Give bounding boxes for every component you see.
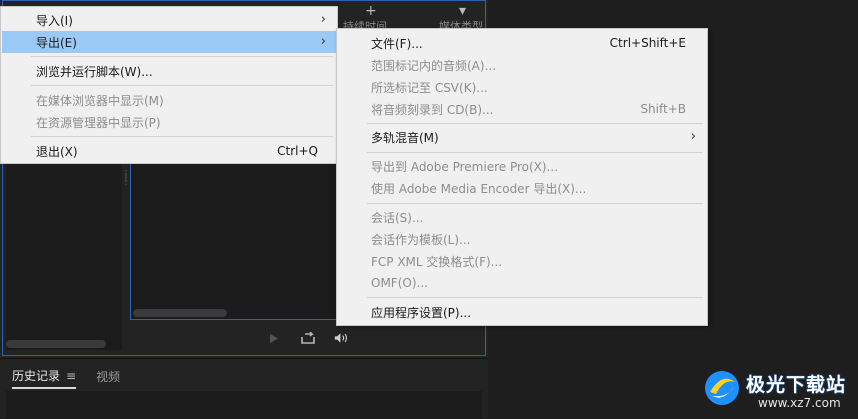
submenu-item-label: 导出到 Adobe Premiere Pro(X)... <box>371 159 559 174</box>
files-tree[interactable] <box>6 160 122 350</box>
submenu-item-file[interactable]: 文件(F)... Ctrl+Shift+E <box>338 32 706 54</box>
menu-item-label: 导出(E) <box>36 35 77 50</box>
shortcut-label: Shift+B <box>640 102 686 116</box>
chevron-right-icon: › <box>320 34 326 49</box>
menu-item-browse-run-script[interactable]: 浏览并运行脚本(W)... <box>2 60 336 82</box>
splitter-grip-icon[interactable]: ⋮ ⋮ ⋮ <box>122 170 130 194</box>
watermark-url: www.xz7.com <box>758 396 841 410</box>
hamburger-menu-icon[interactable]: ≡ <box>66 369 76 383</box>
history-list <box>6 391 482 419</box>
playback-controls <box>266 328 350 348</box>
submenu-item-export-premiere[interactable]: 导出到 Adobe Premiere Pro(X)... <box>338 155 706 177</box>
file-menu: 导入(I) › 导出(E) › 浏览并运行脚本(W)... 在媒体浏览器中显示(… <box>0 6 338 164</box>
submenu-item-label: 多轨混音(M) <box>371 130 439 145</box>
submenu-item-label: 文件(F)... <box>371 36 423 51</box>
submenu-item-multitrack-mixdown[interactable]: 多轨混音(M) › <box>338 126 706 148</box>
menu-separator <box>367 203 703 204</box>
submenu-item-label: 范围标记内的音频(A)... <box>371 58 497 73</box>
menu-item-label: 退出(X) <box>36 144 78 159</box>
menu-item-label: 在资源管理器中显示(P) <box>36 115 161 130</box>
menu-separator <box>31 85 333 86</box>
tab-video-label: 视频 <box>96 370 121 384</box>
horizontal-scrollbar[interactable] <box>133 309 227 317</box>
menu-separator <box>367 297 703 298</box>
submenu-item-label: 会话作为模板(L)... <box>371 232 471 247</box>
watermark-title: 极光下载站 <box>746 374 847 396</box>
submenu-item-label: FCP XML 交换格式(F)... <box>371 254 503 269</box>
watermark-logo-icon <box>705 371 739 405</box>
menu-separator <box>31 136 333 137</box>
menu-item-export[interactable]: 导出(E) › <box>2 31 336 53</box>
export-submenu: 文件(F)... Ctrl+Shift+E 范围标记内的音频(A)... 所选标… <box>336 28 708 326</box>
tab-history[interactable]: 历史记录 ≡ <box>12 367 77 389</box>
loop-icon[interactable] <box>300 330 316 346</box>
history-tabs: 历史记录 ≡ 视频 <box>12 367 120 389</box>
submenu-item-label: OMF(O)... <box>371 276 428 290</box>
watermark: 极光下载站 www.xz7.com <box>700 366 856 414</box>
menu-item-import[interactable]: 导入(I) › <box>2 9 336 31</box>
volume-icon[interactable] <box>334 330 350 346</box>
submenu-item-omf[interactable]: OMF(O)... <box>338 272 706 294</box>
menu-separator <box>31 56 333 57</box>
submenu-item-app-settings[interactable]: 应用程序设置(P)... <box>338 301 706 323</box>
submenu-item-audio-in-range[interactable]: 范围标记内的音频(A)... <box>338 54 706 76</box>
submenu-item-media-encoder[interactable]: 使用 Adobe Media Encoder 导出(X)... <box>338 177 706 199</box>
filter-icon[interactable]: ▾ <box>459 3 466 19</box>
tab-video[interactable]: 视频 <box>96 368 120 388</box>
submenu-item-burn-cd[interactable]: 将音频刻录到 CD(B)... Shift+B <box>338 98 706 120</box>
tab-history-label: 历史记录 <box>12 369 61 383</box>
menu-item-label: 在媒体浏览器中显示(M) <box>36 93 164 108</box>
menu-item-exit[interactable]: 退出(X) Ctrl+Q <box>2 140 336 162</box>
add-icon[interactable]: + <box>365 3 377 19</box>
files-header: + ▾ 持续时间 媒体类型 <box>343 1 487 29</box>
submenu-item-markers-to-csv[interactable]: 所选标记至 CSV(K)... <box>338 76 706 98</box>
submenu-item-label: 将音频刻录到 CD(B)... <box>371 102 494 117</box>
menu-item-show-in-media-browser[interactable]: 在媒体浏览器中显示(M) <box>2 89 336 111</box>
chevron-right-icon: › <box>690 129 696 144</box>
submenu-item-session-template[interactable]: 会话作为模板(L)... <box>338 228 706 250</box>
menu-item-label: 导入(I) <box>36 13 73 28</box>
play-icon[interactable] <box>266 330 282 346</box>
submenu-item-session[interactable]: 会话(S)... <box>338 206 706 228</box>
horizontal-scrollbar[interactable] <box>6 340 106 348</box>
submenu-item-fcp-xml[interactable]: FCP XML 交换格式(F)... <box>338 250 706 272</box>
shortcut-label: Ctrl+Shift+E <box>609 36 686 50</box>
submenu-item-label: 使用 Adobe Media Encoder 导出(X)... <box>371 181 587 196</box>
history-panel: 历史记录 ≡ 视频 <box>0 358 488 419</box>
menu-separator <box>367 123 703 124</box>
menu-separator <box>367 152 703 153</box>
menu-item-label: 浏览并运行脚本(W)... <box>36 64 153 79</box>
submenu-item-label: 会话(S)... <box>371 210 424 225</box>
chevron-right-icon: › <box>320 12 326 27</box>
submenu-item-label: 应用程序设置(P)... <box>371 305 472 320</box>
menu-item-show-in-explorer[interactable]: 在资源管理器中显示(P) <box>2 111 336 133</box>
shortcut-label: Ctrl+Q <box>277 144 318 158</box>
submenu-item-label: 所选标记至 CSV(K)... <box>371 80 488 95</box>
